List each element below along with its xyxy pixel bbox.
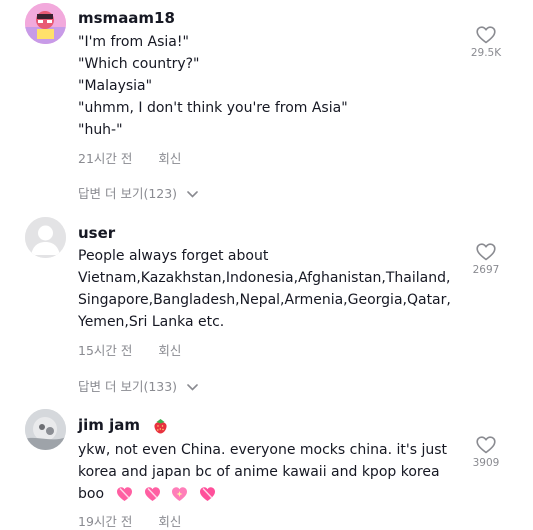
comment-text-line: "I'm from Asia!" [78,34,189,50]
comment-meta: 15시간 전 회신 [78,340,181,359]
comment-item: msmaam18 "I'm from Asia!" "Which country… [0,0,533,202]
comment-text-segment: boo [78,486,105,502]
chevron-down-icon [187,384,198,391]
comment-text-line: Vietnam,Kazakhstan,Indonesia,Afghanistan… [78,270,451,286]
heart-gift-icon [199,487,215,501]
like-button[interactable]: 29.5K [466,26,506,59]
comment-text-line: ykw, not even China. everyone mocks chin… [78,442,447,458]
like-count: 29.5K [470,47,502,59]
view-replies-button[interactable]: 답변 더 보기(133) [78,376,198,395]
avatar-image [25,3,66,44]
heart-icon [476,436,496,454]
heart-icon [476,243,496,261]
comment-text-line: People always forget about [78,248,269,264]
heart-icon [476,26,496,44]
reply-button[interactable]: 회신 [158,343,181,358]
comment-text-line: "huh-" [78,122,123,138]
comment-text-line: korea and japan bc of anime kawaii and k… [78,464,440,480]
like-count: 3909 [472,457,500,469]
timestamp: 21시간 전 [78,151,133,166]
like-button[interactable]: 2697 [466,243,506,276]
like-count: 2697 [472,264,500,276]
like-button[interactable]: 3909 [466,436,506,469]
comment-item: jim jam ykw, not even China. everyone mo… [0,404,533,530]
view-replies-button[interactable]: 답변 더 보기(123) [78,183,198,202]
comment-text-line: "uhmm, I don't think you're from Asia" [78,100,348,116]
avatar[interactable] [25,217,66,258]
comment-text-line: Singapore,Bangladesh,Nepal,Armenia,Georg… [78,292,451,308]
avatar[interactable] [25,3,66,44]
comment-text-line: "Which country?" [78,56,200,72]
view-replies-label: 답변 더 보기(133) [78,379,178,394]
view-replies-label: 답변 더 보기(123) [78,186,178,201]
username[interactable]: jim jam [78,415,168,435]
default-avatar-icon [25,217,66,258]
strawberry-icon [154,418,167,433]
comment-text-line: boo [78,483,216,505]
heart-gift-icon [117,487,133,501]
comment-item: user People always forget about Vietnam,… [0,210,533,400]
timestamp: 15시간 전 [78,343,133,358]
sparkling-heart-icon [172,487,188,501]
comment-meta: 21시간 전 회신 [78,148,181,167]
heart-gift-icon [144,487,160,501]
comment-text-line: "Malaysia" [78,78,153,94]
username[interactable]: msmaam18 [78,8,175,28]
username-text: jim jam [78,416,141,434]
avatar[interactable] [25,409,66,450]
chevron-down-icon [187,191,198,198]
avatar-image [25,409,66,450]
comment-meta: 19시간 전 회신 [78,511,181,530]
username[interactable]: user [78,223,115,243]
comment-text-line: Yemen,Sri Lanka etc. [78,314,225,330]
reply-button[interactable]: 회신 [158,151,181,166]
